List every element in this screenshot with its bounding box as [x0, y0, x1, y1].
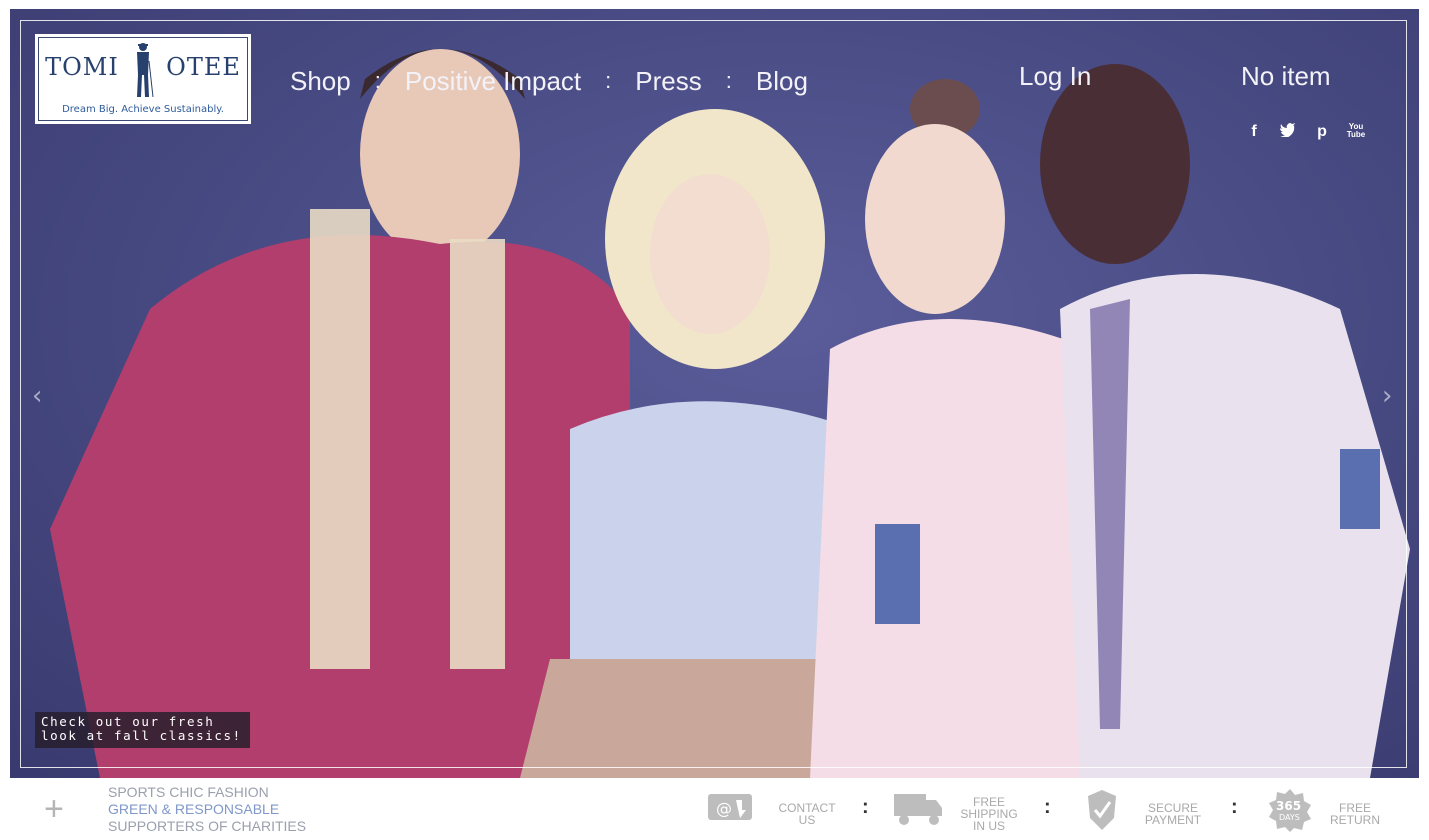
value-charities: SUPPORTERS OF CHARITIES [108, 818, 307, 834]
nav-separator: : [374, 68, 381, 93]
contact-line-2: US [798, 813, 816, 827]
nav-press[interactable]: Press [635, 66, 701, 97]
caption-line-1: Check out our fresh [41, 714, 215, 729]
secure-shield-icon [1088, 790, 1116, 830]
365-days-badge-icon: 365 DAYS [1269, 789, 1311, 832]
brand-values: SPORTS CHIC FASHION GREEN & RESPONSABLE … [108, 784, 306, 835]
brand-logo[interactable]: TOMI OTEE Dream Big. Achieve Sustainably… [35, 34, 251, 124]
truck-icon [894, 794, 942, 825]
login-link[interactable]: Log In [1019, 61, 1091, 92]
cart-status[interactable]: No item [1241, 61, 1331, 92]
youtube-icon[interactable]: You Tube [1346, 123, 1366, 142]
logo-name-right: OTEE [166, 53, 241, 81]
value-sports-chic: SPORTS CHIC FASHION [108, 784, 269, 800]
feature-separator: : [862, 796, 869, 818]
svg-text:DAYS: DAYS [1279, 813, 1300, 822]
return-line-2: RETURN [1330, 813, 1380, 827]
contact-us-label[interactable]: CONTACT US [772, 802, 842, 826]
free-shipping-label: FREE SHIPPING IN US [954, 796, 1024, 832]
nav-separator: : [605, 68, 612, 93]
carousel-prev-arrow[interactable]: ‹ [32, 381, 42, 411]
free-return-label: FREE RETURN [1320, 802, 1390, 826]
nav-separator: : [725, 68, 732, 93]
contact-icon[interactable]: @ [706, 790, 754, 826]
shipping-line-3: IN US [972, 819, 1005, 833]
caption-line-2: look at fall classics! [41, 728, 242, 743]
secure-line-2: PAYMENT [1144, 813, 1202, 827]
nav-shop[interactable]: Shop [290, 66, 351, 97]
logo-tagline: Dream Big. Achieve Sustainably. [62, 104, 224, 115]
hero-photo [50, 49, 1410, 778]
nav-positive-impact[interactable]: Positive Impact [405, 66, 581, 97]
carousel-next-arrow[interactable]: › [1382, 381, 1392, 411]
value-green: GREEN & RESPONSABLE [108, 801, 280, 817]
main-nav: Shop : Positive Impact : Press : Blog [290, 61, 808, 101]
feature-bar: + SPORTS CHIC FASHION GREEN & RESPONSABL… [0, 778, 1429, 840]
secure-payment-label: SECURE PAYMENT [1138, 802, 1208, 826]
facebook-icon[interactable]: f [1244, 123, 1264, 142]
social-links: f p You Tube [1244, 123, 1366, 142]
svg-text:@: @ [716, 799, 732, 818]
feature-separator: : [1231, 796, 1238, 818]
twitter-icon[interactable] [1278, 123, 1298, 142]
svg-text:365: 365 [1276, 799, 1301, 813]
feature-separator: : [1044, 796, 1051, 818]
golfer-icon [137, 43, 154, 98]
pinterest-icon[interactable]: p [1312, 123, 1332, 142]
hero-caption[interactable]: Check out our fresh look at fall classic… [35, 712, 250, 748]
expand-plus-button[interactable]: + [44, 790, 64, 829]
nav-blog[interactable]: Blog [756, 66, 808, 97]
logo-name-left: TOMI [45, 53, 119, 81]
hero-banner[interactable]: TOMI OTEE Dream Big. Achieve Sustainably… [10, 9, 1419, 778]
